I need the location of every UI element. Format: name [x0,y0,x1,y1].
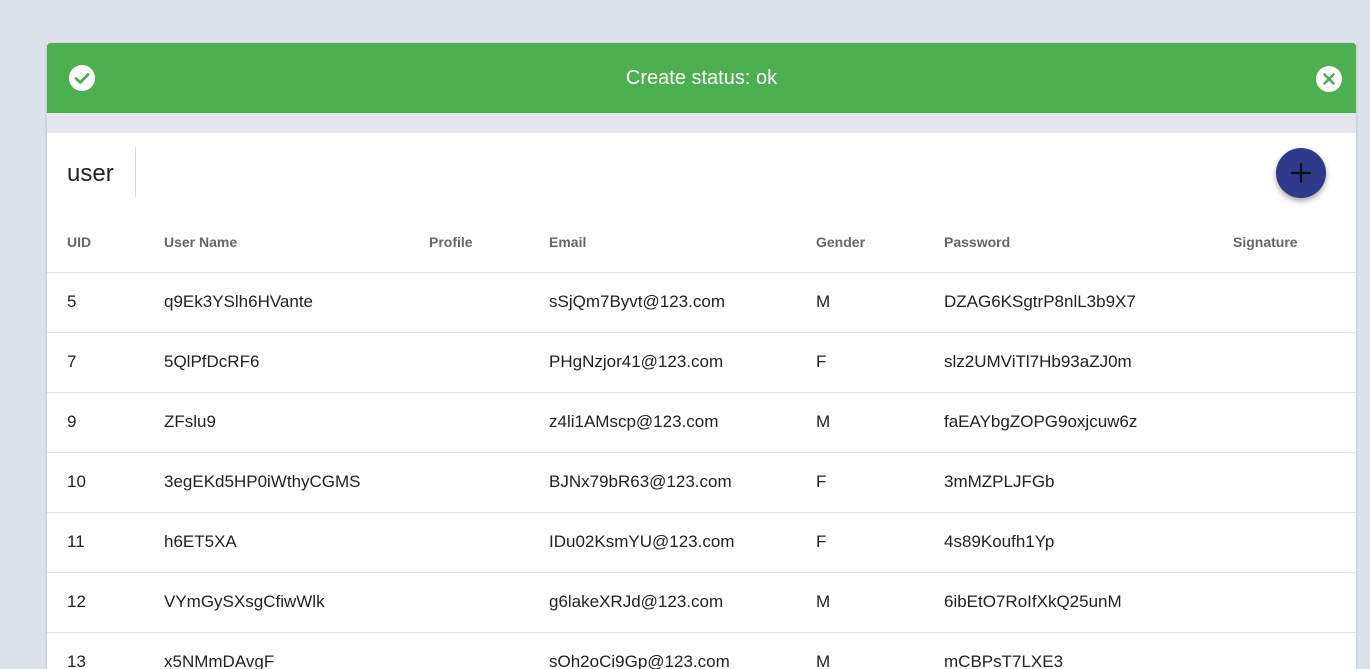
cell-email: sOh2oCi9Gp@123.com [549,632,816,669]
cell-uid: 13 [47,632,164,669]
cell-email: IDu02KsmYU@123.com [549,512,816,573]
cell-gender: M [816,392,944,453]
cell-signature [1233,632,1356,669]
cell-gender: F [816,332,944,393]
cell-user-name: ZFslu9 [164,392,429,453]
cell-user-name: 3egEKd5HP0iWthyCGMS [164,452,429,513]
alert-message: Create status: ok [625,66,778,89]
table-title: user [67,160,114,187]
cell-uid: 10 [47,452,164,513]
cell-user-name: h6ET5XA [164,512,429,573]
column-header-user-name[interactable]: User Name [164,213,429,273]
column-header-profile[interactable]: Profile [429,213,549,273]
cell-gender: M [816,572,944,633]
cell-profile [429,452,549,513]
column-header-gender[interactable]: Gender [816,213,944,273]
cell-uid: 12 [47,572,164,633]
cell-email: sSjQm7Byvt@123.com [549,272,816,333]
cell-email: BJNx79bR63@123.com [549,452,816,513]
table-row[interactable]: 12 VYmGySXsgCfiwWlk g6lakeXRJd@123.com M… [47,572,1356,633]
add-user-button[interactable] [1276,148,1326,198]
cell-gender: F [816,512,944,573]
cell-user-name: x5NMmDAvgF [164,632,429,669]
table-row[interactable]: 11 h6ET5XA IDu02KsmYU@123.com F 4s89Kouf… [47,512,1356,573]
cell-profile [429,572,549,633]
cell-profile [429,332,549,393]
cell-gender: F [816,452,944,513]
cell-signature [1233,272,1356,333]
column-header-uid[interactable]: UID [47,213,164,273]
column-header-signature[interactable]: Signature [1233,213,1356,273]
cell-profile [429,632,549,669]
alert-spacer [47,113,1356,133]
cell-uid: 7 [47,332,164,393]
cell-gender: M [816,632,944,669]
cell-signature [1233,512,1356,573]
cell-uid: 5 [47,272,164,333]
cell-signature [1233,452,1356,513]
table-row[interactable]: 9 ZFslu9 z4li1AMscp@123.com M faEAYbgZOP… [47,392,1356,453]
close-icon[interactable] [1316,66,1342,92]
check-circle-icon [69,65,95,91]
cell-signature [1233,392,1356,453]
cell-password: DZAG6KSgtrP8nlL3b9X7 [944,272,1233,333]
cell-password: 3mMZPLJFGb [944,452,1233,513]
main-panel: Create status: ok user UID User Name Pro… [47,43,1356,669]
cell-password: 6ibEtO7RoIfXkQ25unM [944,572,1233,633]
cell-email: z4li1AMscp@123.com [549,392,816,453]
cell-uid: 11 [47,512,164,573]
cell-user-name: q9Ek3YSlh6HVante [164,272,429,333]
table-row[interactable]: 7 5QlPfDcRF6 PHgNzjor41@123.com F slz2UM… [47,332,1356,393]
table-row[interactable]: 10 3egEKd5HP0iWthyCGMS BJNx79bR63@123.co… [47,452,1356,513]
title-divider [135,147,136,197]
cell-password: 4s89Koufh1Yp [944,512,1233,573]
column-header-email[interactable]: Email [549,213,816,273]
cell-uid: 9 [47,392,164,453]
cell-password: slz2UMViTl7Hb93aZJ0m [944,332,1233,393]
cell-gender: M [816,272,944,333]
cell-password: mCBPsT7LXE3 [944,632,1233,669]
status-alert: Create status: ok [47,43,1356,113]
table-toolbar: user [47,133,1356,217]
table-row[interactable]: 5 q9Ek3YSlh6HVante sSjQm7Byvt@123.com M … [47,272,1356,333]
cell-email: PHgNzjor41@123.com [549,332,816,393]
cell-profile [429,512,549,573]
cell-user-name: VYmGySXsgCfiwWlk [164,572,429,633]
column-header-password[interactable]: Password [944,213,1233,273]
cell-profile [429,272,549,333]
plus-icon [1290,162,1312,184]
cell-password: faEAYbgZOPG9oxjcuw6z [944,392,1233,453]
cell-profile [429,392,549,453]
cell-signature [1233,332,1356,393]
cell-user-name: 5QlPfDcRF6 [164,332,429,393]
table-row[interactable]: 13 x5NMmDAvgF sOh2oCi9Gp@123.com M mCBPs… [47,632,1356,669]
table-header-row: UID User Name Profile Email Gender Passw… [47,213,1356,273]
cell-email: g6lakeXRJd@123.com [549,572,816,633]
cell-signature [1233,572,1356,633]
user-table: UID User Name Profile Email Gender Passw… [47,213,1356,669]
